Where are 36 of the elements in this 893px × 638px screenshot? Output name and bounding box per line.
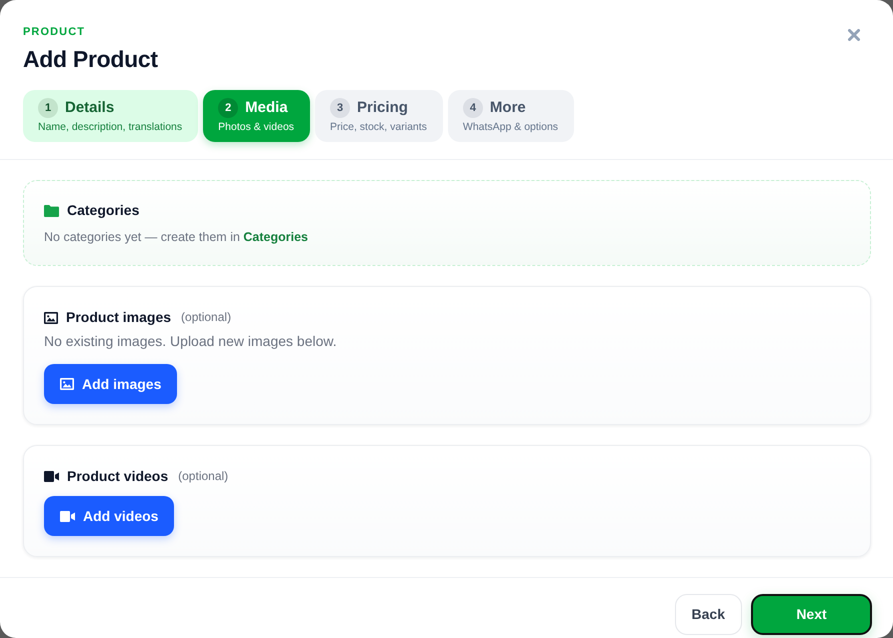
optional-note: (optional): [178, 469, 228, 484]
folder-icon: [44, 204, 59, 216]
step-number: 2: [218, 98, 238, 118]
step-title: Details: [65, 99, 114, 117]
step-subtitle: WhatsApp & options: [462, 121, 558, 133]
dialog-title: Add Product: [23, 45, 159, 73]
step-tab[interactable]: 2 Media Photos & videos: [203, 90, 310, 142]
step-subtitle: Photos & videos: [218, 121, 294, 133]
step-title: Media: [245, 99, 288, 117]
empty-message: No categories yet — create them in Categories: [44, 229, 310, 245]
next-button[interactable]: Next: [751, 594, 872, 635]
video-camera-icon: [44, 471, 59, 482]
help-text: No existing images. Upload new images below.: [44, 332, 338, 350]
step-number: 3: [330, 98, 350, 118]
panel-title: Categories: [67, 202, 140, 219]
panel-title: Product videos: [67, 468, 168, 485]
back-button[interactable]: Back: [674, 594, 742, 635]
step-subtitle: Price, stock, variants: [330, 121, 427, 133]
step-number: 1: [38, 98, 58, 118]
step-subtitle: Name, description, translations: [38, 121, 182, 133]
add-images-button[interactable]: Add images: [44, 364, 178, 404]
image-icon: [44, 312, 58, 324]
close-icon[interactable]: [848, 29, 860, 41]
step-tab[interactable]: 4 More WhatsApp & options: [448, 90, 574, 142]
video-camera-icon: [60, 510, 75, 522]
step-tab[interactable]: 3 Pricing Price, stock, variants: [315, 90, 443, 142]
optional-note: (optional): [181, 310, 232, 325]
image-icon: [60, 378, 74, 390]
add-videos-button[interactable]: Add videos: [44, 496, 174, 536]
step-tab[interactable]: 1 Details Name, description, translations: [23, 90, 198, 142]
step-number: 4: [462, 98, 483, 118]
categories-link[interactable]: Categories: [243, 230, 308, 244]
panel-title: Product images: [66, 309, 172, 326]
step-title: More: [490, 99, 526, 117]
step-title: Pricing: [357, 99, 408, 117]
section-label: PRODUCT: [23, 26, 86, 39]
